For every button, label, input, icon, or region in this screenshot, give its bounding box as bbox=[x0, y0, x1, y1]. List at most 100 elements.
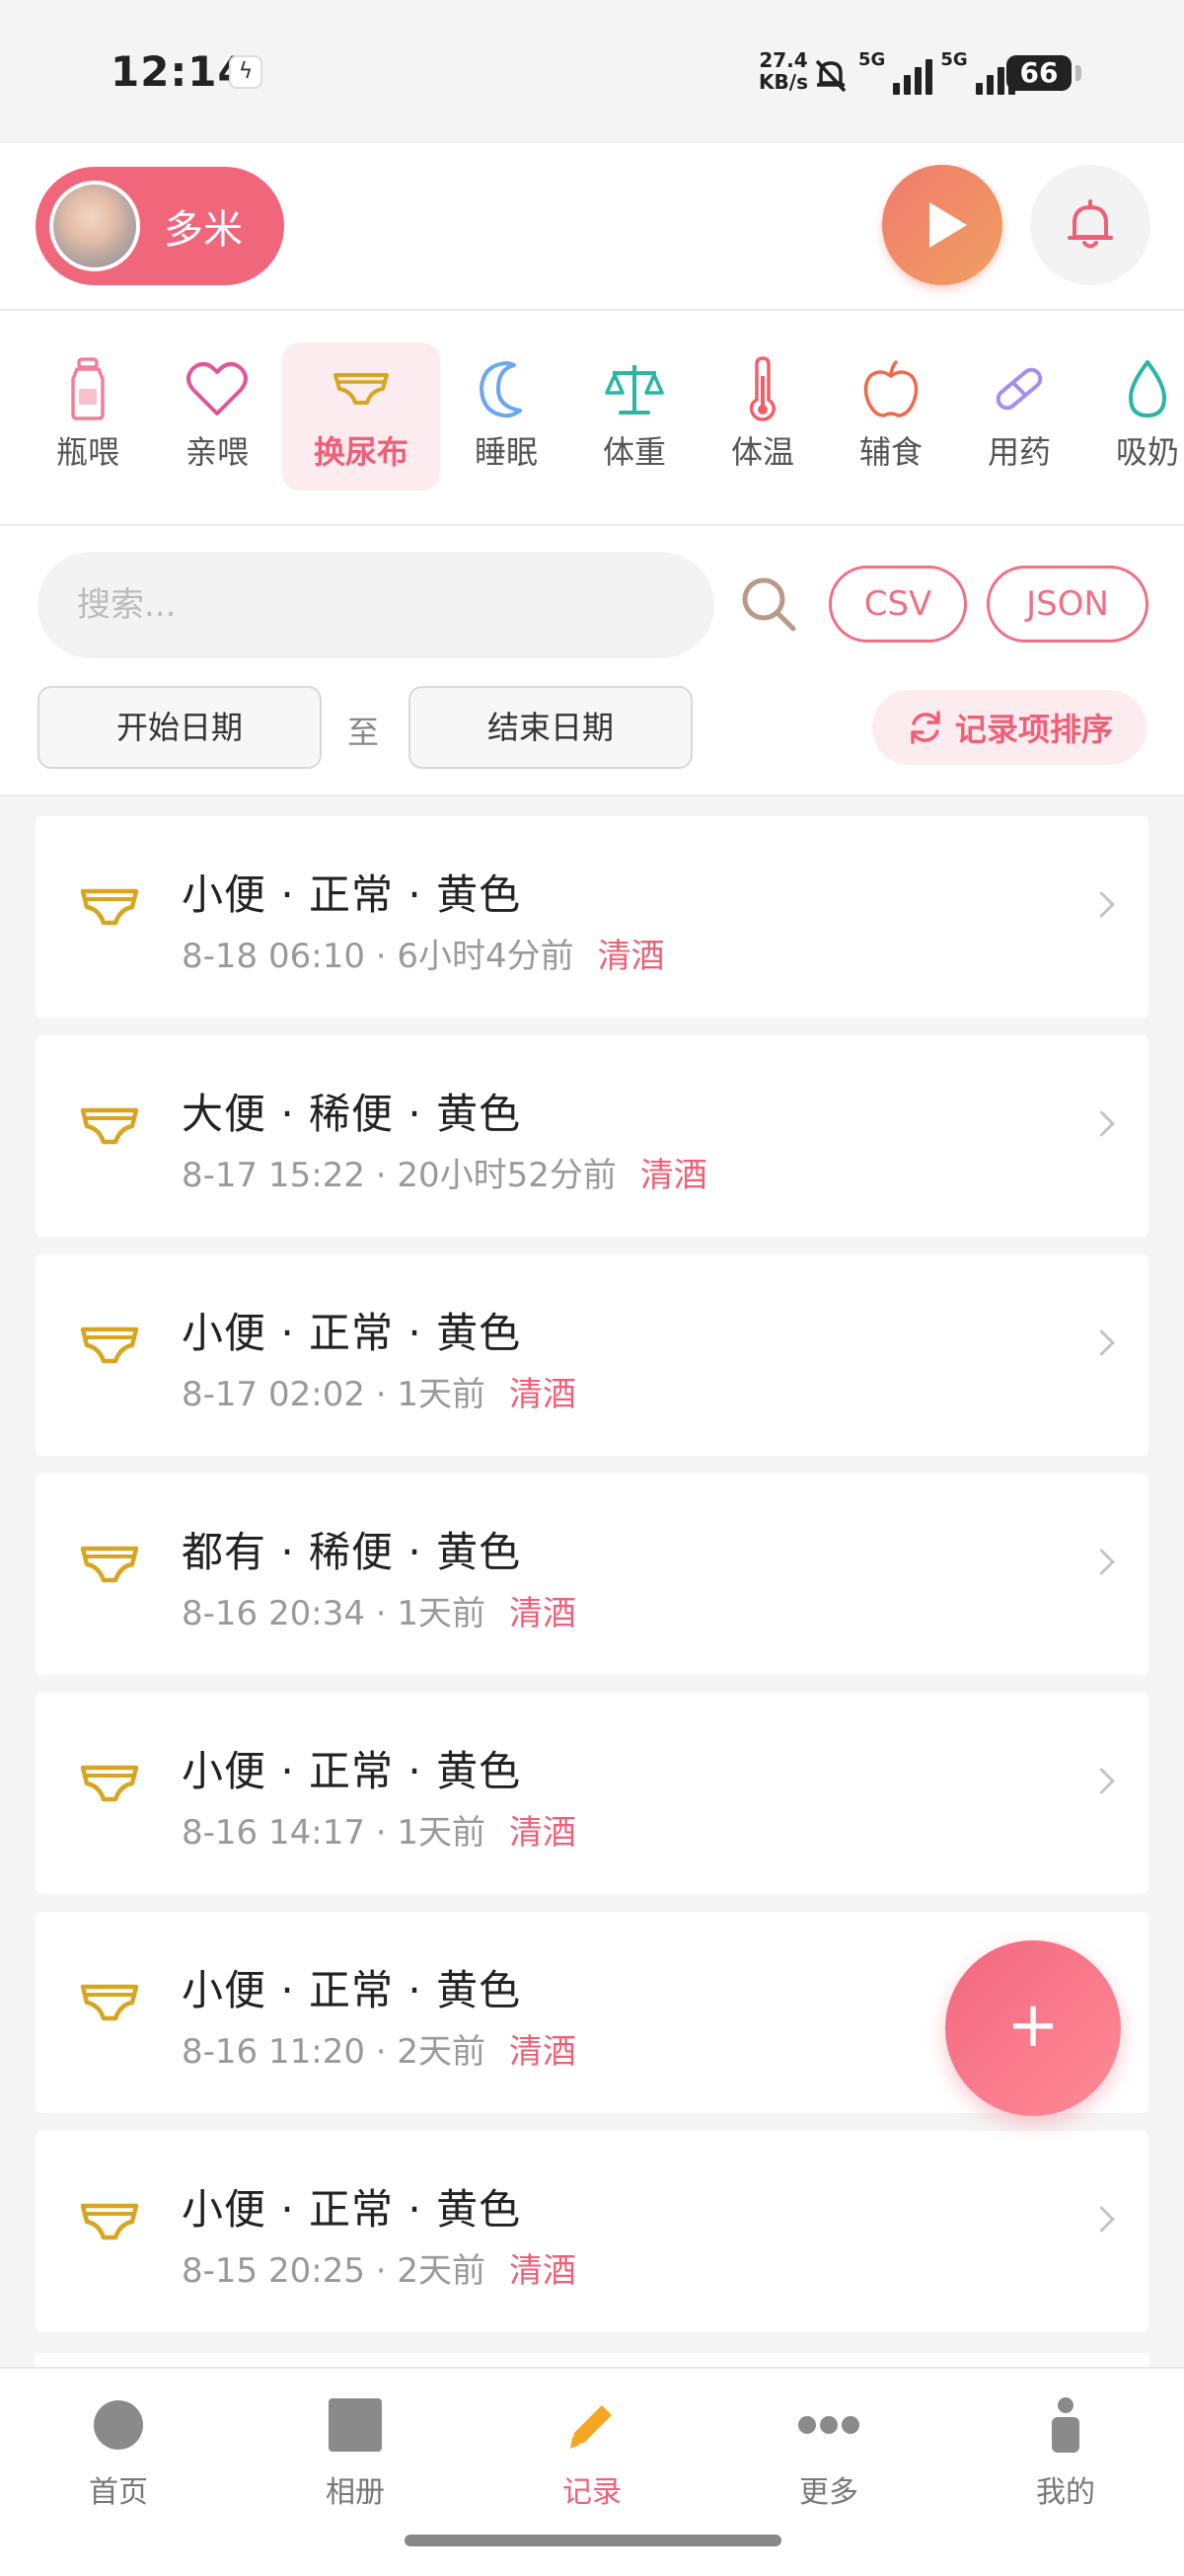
pill-icon bbox=[996, 367, 1043, 411]
baby-switcher-button[interactable]: 多米 bbox=[36, 167, 284, 285]
record-meta: 8-18 06:10 · 6小时4分前 清酒 bbox=[182, 929, 665, 977]
nav-more[interactable]: 更多 bbox=[730, 2390, 927, 2511]
chevron-right-icon bbox=[1088, 1329, 1115, 1356]
nav-label: 我的 bbox=[1036, 2475, 1095, 2510]
record-meta: 8-17 02:02 · 1天前 清酒 bbox=[182, 1367, 576, 1415]
tab-breastfeeding[interactable]: 亲喂 bbox=[153, 342, 281, 491]
diaper-icon bbox=[80, 1326, 139, 1364]
chevron-right-icon bbox=[1088, 891, 1115, 918]
battery-level: 66 bbox=[1019, 56, 1059, 89]
baby-name: 多米 bbox=[164, 207, 243, 253]
nav-records[interactable]: 记录 bbox=[493, 2390, 691, 2511]
play-button[interactable] bbox=[882, 165, 1002, 285]
tab-label: 辅食 bbox=[858, 433, 923, 471]
diaper-icon bbox=[80, 1546, 139, 1583]
nav-profile[interactable]: 我的 bbox=[967, 2390, 1164, 2511]
search-input[interactable] bbox=[37, 552, 714, 658]
record-item[interactable]: 小便 · 正常 · 黄色 8-17 02:02 · 1天前 清酒 bbox=[36, 1254, 1148, 1456]
record-item[interactable]: 都有 · 稀便 · 黄色 8-16 20:34 · 1天前 清酒 bbox=[36, 1474, 1148, 1675]
nav-label: 首页 bbox=[89, 2475, 148, 2510]
record-item[interactable]: 小便 · 正常 · 黄色 8-16 14:17 · 1天前 清酒 bbox=[36, 1693, 1148, 1894]
tab-label: 瓶喂 bbox=[55, 433, 119, 471]
refresh-icon bbox=[911, 711, 940, 744]
diaper-icon bbox=[80, 1107, 139, 1145]
category-tabs: 瓶喂 亲喂 换尿布 睡眠 体重 体温 辅食 用药 吸奶 bbox=[0, 311, 1184, 526]
app-header: 多米 bbox=[0, 143, 1184, 311]
tab-solid-food[interactable]: 辅食 bbox=[827, 342, 955, 491]
tab-medicine[interactable]: 用药 bbox=[955, 342, 1083, 491]
record-author: 清酒 bbox=[639, 1156, 707, 1195]
network-type-1: 5G bbox=[858, 49, 886, 70]
record-author: 清酒 bbox=[597, 937, 665, 976]
signal-icon-1 bbox=[893, 57, 933, 95]
nav-home[interactable]: 首页 bbox=[20, 2390, 217, 2511]
record-title: 小便 · 正常 · 黄色 bbox=[182, 871, 522, 919]
record-author: 清酒 bbox=[509, 1375, 577, 1414]
record-item[interactable]: 小便 · 正常 · 黄色 8-15 20:25 · 2天前 清酒 bbox=[36, 2131, 1148, 2332]
tab-label: 体重 bbox=[602, 433, 666, 471]
tab-label: 吸奶 bbox=[1115, 433, 1179, 471]
diaper-icon bbox=[80, 888, 139, 926]
filter-panel: CSV JSON 开始日期 至 结束日期 记录项排序 bbox=[0, 526, 1184, 796]
record-title: 小便 · 正常 · 黄色 bbox=[182, 1966, 522, 2014]
home-icon bbox=[94, 2400, 143, 2450]
battery-icon: 66 bbox=[1006, 55, 1081, 91]
sort-label: 记录项排序 bbox=[954, 711, 1113, 748]
record-meta: 8-16 11:20 · 2天前 清酒 bbox=[182, 2024, 576, 2073]
charging-notification-icon: ϟ bbox=[229, 55, 262, 89]
record-author: 清酒 bbox=[509, 1594, 577, 1633]
export-csv-button[interactable]: CSV bbox=[829, 566, 967, 643]
more-icon bbox=[798, 2416, 859, 2434]
record-time: 8-17 02:02 · 1天前 bbox=[182, 1375, 486, 1414]
record-time: 8-16 14:17 · 1天前 bbox=[182, 1813, 486, 1853]
export-json-button[interactable]: JSON bbox=[987, 566, 1148, 643]
home-indicator[interactable] bbox=[405, 2535, 781, 2546]
tab-sleep[interactable]: 睡眠 bbox=[442, 342, 570, 491]
add-record-button[interactable]: + bbox=[945, 1940, 1121, 2116]
sort-records-button[interactable]: 记录项排序 bbox=[872, 690, 1147, 765]
record-title: 小便 · 正常 · 黄色 bbox=[182, 1309, 522, 1357]
record-time: 8-17 15:22 · 20小时52分前 bbox=[182, 1156, 617, 1195]
notification-button[interactable] bbox=[1030, 165, 1150, 285]
bottle-icon bbox=[71, 357, 105, 420]
network-type-2: 5G bbox=[940, 49, 968, 70]
record-item[interactable]: 大便 · 稀便 · 黄色 8-17 15:22 · 20小时52分前 清酒 bbox=[36, 1035, 1148, 1237]
record-time: 8-16 20:34 · 1天前 bbox=[182, 1594, 486, 1633]
network-speed-unit: KB/s bbox=[759, 70, 808, 94]
record-time: 8-15 20:25 · 2天前 bbox=[182, 2251, 486, 2291]
end-date-button[interactable]: 结束日期 bbox=[408, 686, 693, 769]
thermometer-icon bbox=[749, 356, 777, 421]
record-author: 清酒 bbox=[509, 1813, 577, 1853]
tab-weight[interactable]: 体重 bbox=[570, 342, 699, 491]
nav-label: 更多 bbox=[799, 2475, 858, 2510]
status-bar: 12:14 ϟ 27.4 KB/s 5G 5G 66 bbox=[0, 0, 1184, 143]
record-time: 8-18 06:10 · 6小时4分前 bbox=[182, 937, 574, 976]
pencil-icon bbox=[570, 2405, 612, 2449]
album-icon bbox=[329, 2398, 382, 2452]
status-time: 12:14 bbox=[111, 47, 248, 96]
apple-icon bbox=[863, 360, 919, 417]
record-item[interactable]: 小便 · 正常 · 黄色 8-18 06:10 · 6小时4分前 清酒 bbox=[36, 816, 1148, 1018]
start-date-button[interactable]: 开始日期 bbox=[37, 686, 322, 769]
tab-temperature[interactable]: 体温 bbox=[699, 342, 827, 491]
bell-icon bbox=[1068, 199, 1113, 249]
tab-label: 体温 bbox=[730, 433, 794, 471]
record-meta: 8-15 20:25 · 2天前 清酒 bbox=[182, 2243, 576, 2292]
network-speed: 27.4 KB/s bbox=[754, 49, 813, 93]
nav-album[interactable]: 相册 bbox=[257, 2390, 454, 2511]
chevron-right-icon bbox=[1088, 1549, 1115, 1575]
nav-label: 相册 bbox=[326, 2475, 385, 2510]
mute-bell-icon bbox=[815, 59, 847, 93]
profile-icon bbox=[1052, 2397, 1079, 2453]
record-author: 清酒 bbox=[509, 2032, 577, 2072]
nav-label: 记录 bbox=[562, 2475, 622, 2510]
tab-diaper[interactable]: 换尿布 bbox=[282, 342, 440, 491]
drop-icon bbox=[1129, 360, 1166, 417]
scale-icon bbox=[605, 365, 664, 415]
tab-bottle-feeding[interactable]: 瓶喂 bbox=[24, 342, 152, 491]
moon-icon bbox=[480, 361, 522, 418]
search-icon[interactable] bbox=[738, 573, 799, 635]
status-icons: 5G 5G bbox=[811, 49, 1015, 95]
tab-pumping[interactable]: 吸奶 bbox=[1083, 342, 1184, 491]
record-meta: 8-17 15:22 · 20小时52分前 清酒 bbox=[182, 1148, 707, 1196]
